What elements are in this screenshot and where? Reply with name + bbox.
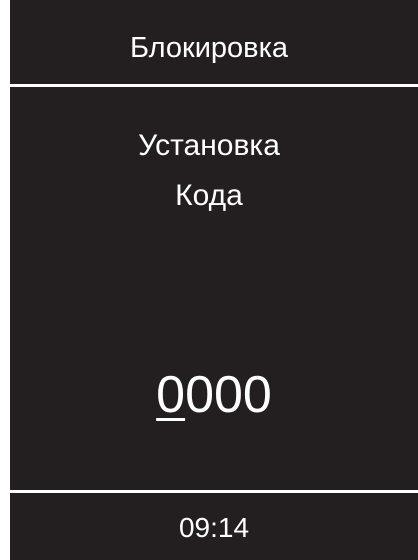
header-divider xyxy=(10,84,418,87)
screen-title: Блокировка xyxy=(129,32,289,64)
clock-time: 09:14 xyxy=(178,512,250,543)
code-digit-3[interactable]: 0 xyxy=(214,364,243,426)
footer-divider xyxy=(10,490,418,493)
header: Блокировка xyxy=(10,0,418,84)
code-entry[interactable]: 0000 xyxy=(10,364,418,426)
code-digit-4[interactable]: 0 xyxy=(243,364,272,426)
code-digit-2[interactable]: 0 xyxy=(185,364,214,426)
lock-screen: Блокировка Установка Кода 0000 09:14 xyxy=(10,0,418,560)
code-digit-1[interactable]: 0 xyxy=(156,364,185,426)
prompt-line-2: Кода xyxy=(175,179,243,212)
prompt-line-1: Установка xyxy=(138,129,280,162)
